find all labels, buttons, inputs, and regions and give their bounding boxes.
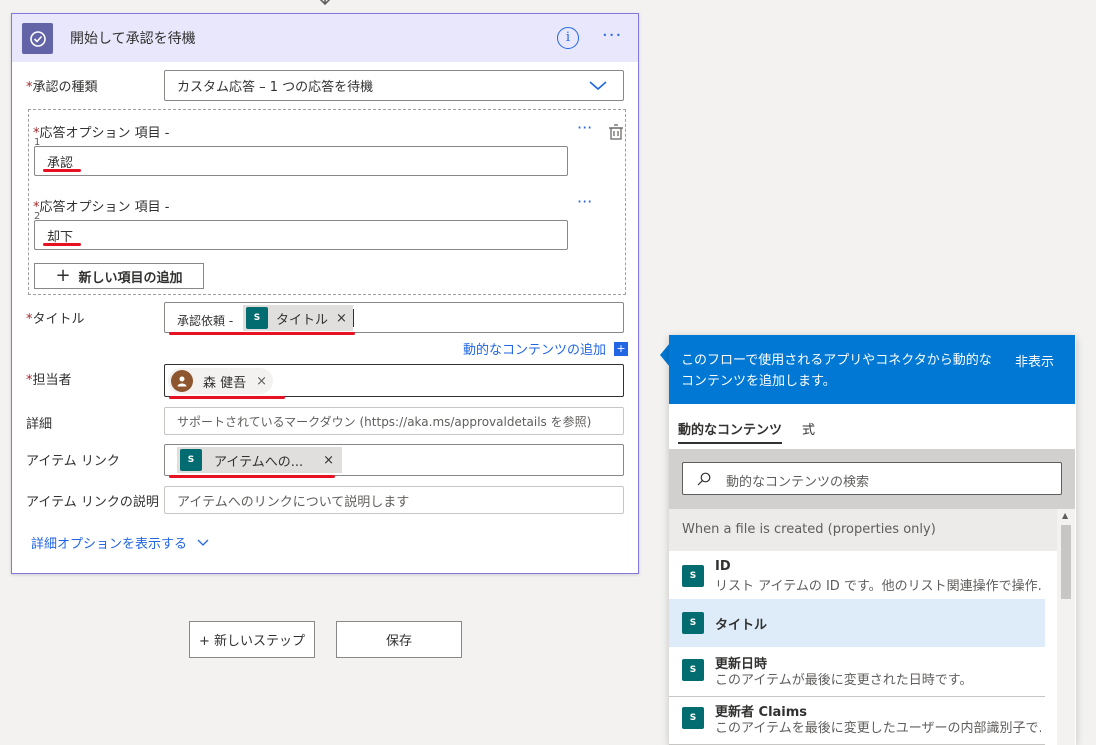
- hide-panel-button[interactable]: 非表示: [1015, 351, 1054, 370]
- dynamic-item-id[interactable]: S ID リスト アイテムの ID です。他のリスト関連操作で操作...: [669, 555, 1045, 603]
- red-underline: [43, 243, 81, 246]
- assignee-name: 森 健吾: [203, 375, 247, 391]
- details-label: 詳細: [26, 417, 53, 432]
- item-link-label: アイテム リンク: [26, 454, 120, 469]
- scroll-up-icon[interactable]: ▲: [1062, 511, 1068, 520]
- more-options-icon[interactable]: ···: [602, 25, 622, 46]
- response-options-group: *応答オプション 項目 - 1 ··· 承認 *応答オプション 項目 - 2 ·…: [28, 109, 626, 295]
- add-dynamic-content-link[interactable]: 動的なコンテンツの追加 +: [463, 339, 629, 358]
- details-input[interactable]: サポートされているマークダウン (https://aka.ms/approval…: [164, 407, 624, 435]
- title-input[interactable]: 承認依頼 - S タイトル ×: [164, 302, 624, 335]
- tab-dynamic-content[interactable]: 動的なコンテンツ: [678, 419, 783, 444]
- sharepoint-icon: S: [682, 612, 704, 634]
- item-link-input[interactable]: S アイテムへの... ×: [164, 444, 624, 478]
- sharepoint-icon: S: [180, 449, 202, 471]
- item-link-token[interactable]: S アイテムへの... ×: [177, 447, 343, 473]
- add-dynamic-icon: +: [614, 341, 629, 356]
- panel-header: このフローで使用されるアプリやコネクタから動的なコンテンツを追加します。 非表示: [669, 335, 1075, 404]
- search-area: 動的なコンテンツの検索: [669, 449, 1075, 509]
- dynamic-item-modified-by[interactable]: S 更新者 Claims このアイテムを最後に変更したユーザーの内部識別子で..…: [669, 697, 1045, 745]
- chevron-down-icon: [589, 81, 607, 91]
- assignee-input[interactable]: 森 健吾 ×: [164, 364, 624, 399]
- save-button[interactable]: 保存: [336, 621, 462, 658]
- item-link-desc-placeholder: アイテムへのリンクについて説明します: [177, 494, 410, 510]
- dynamic-content-search[interactable]: 動的なコンテンツの検索: [682, 462, 1062, 495]
- plus-icon: +: [55, 265, 71, 286]
- approval-action-card: 開始して承認を待機 i ··· *承認の種類 カスタム応答 – 1 つの応答を待…: [11, 13, 639, 574]
- new-step-button[interactable]: + 新しいステップ: [189, 621, 315, 658]
- dynamic-item-title[interactable]: S タイトル: [669, 599, 1045, 647]
- sharepoint-icon: S: [246, 307, 268, 329]
- item-link-token-label: アイテムへの...: [214, 454, 304, 470]
- card-header[interactable]: 開始して承認を待機 i ···: [12, 14, 638, 62]
- red-underline: [169, 396, 285, 399]
- panel-header-text: このフローで使用されるアプリやコネクタから動的なコンテンツを追加します。: [681, 353, 992, 389]
- title-label: *タイトル: [26, 312, 85, 327]
- title-prefix-text: 承認依頼 -: [177, 314, 234, 328]
- assignee-persona[interactable]: 森 健吾 ×: [168, 368, 274, 394]
- title-token[interactable]: S タイトル ×: [243, 305, 353, 331]
- details-placeholder: サポートされているマークダウン (https://aka.ms/approval…: [177, 414, 592, 429]
- sharepoint-icon: S: [682, 707, 704, 729]
- tab-expression[interactable]: 式: [802, 419, 815, 438]
- approval-type-label: *承認の種類: [26, 80, 98, 95]
- option-more-icon[interactable]: ···: [577, 118, 592, 137]
- approval-type-value: カスタム応答 – 1 つの応答を待機: [177, 80, 374, 95]
- add-item-button[interactable]: + 新しい項目の追加: [34, 263, 204, 289]
- sharepoint-icon: S: [682, 565, 704, 587]
- sharepoint-icon: S: [682, 659, 704, 681]
- red-underline: [169, 475, 335, 478]
- delete-icon[interactable]: [607, 123, 625, 141]
- connector-arrow-icon: [319, 0, 331, 6]
- remove-token-icon[interactable]: ×: [323, 453, 334, 468]
- approval-icon: [22, 23, 53, 54]
- remove-assignee-icon[interactable]: ×: [256, 374, 267, 389]
- assignee-label: *担当者: [26, 373, 72, 388]
- section-header: When a file is created (properties only): [669, 509, 1057, 551]
- red-underline: [43, 169, 81, 172]
- dynamic-content-panel: このフローで使用されるアプリやコネクタから動的なコンテンツを追加します。 非表示…: [669, 335, 1076, 745]
- item-link-desc-input[interactable]: アイテムへのリンクについて説明します: [164, 486, 624, 514]
- show-advanced-options[interactable]: 詳細オプションを表示する: [31, 533, 209, 552]
- card-title: 開始して承認を待機: [70, 31, 196, 47]
- response-option-input-1[interactable]: 承認: [34, 146, 568, 176]
- avatar: [171, 370, 193, 392]
- scrollbar-thumb[interactable]: [1061, 525, 1071, 599]
- red-underline: [169, 332, 355, 335]
- text-cursor: [353, 309, 354, 327]
- chevron-down-icon: [197, 539, 209, 546]
- search-placeholder: 動的なコンテンツの検索: [726, 475, 870, 490]
- scrollbar[interactable]: ▲: [1057, 509, 1075, 745]
- info-icon[interactable]: i: [557, 27, 579, 49]
- response-option-label-1: *応答オプション 項目 -: [33, 126, 170, 141]
- approval-type-dropdown[interactable]: カスタム応答 – 1 つの応答を待機: [164, 70, 624, 101]
- title-token-label: タイトル: [276, 312, 329, 328]
- response-option-label-2: *応答オプション 項目 -: [33, 200, 170, 215]
- search-icon: [697, 472, 711, 486]
- item-link-desc-label: アイテム リンクの説明: [26, 495, 159, 510]
- response-option-input-2[interactable]: 却下: [34, 220, 568, 250]
- remove-token-icon[interactable]: ×: [336, 311, 347, 326]
- dynamic-item-modified[interactable]: S 更新日時 このアイテムが最後に変更された日時です。: [669, 649, 1045, 697]
- option-more-icon[interactable]: ···: [577, 192, 592, 211]
